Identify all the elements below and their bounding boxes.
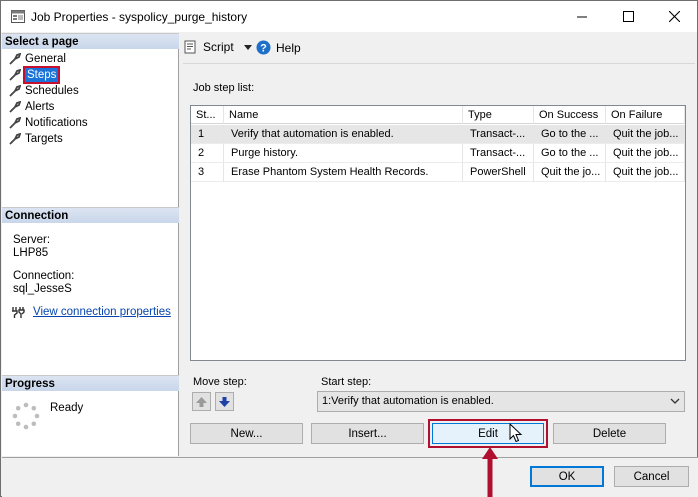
nav-label: Schedules	[25, 85, 79, 97]
minimize-button[interactable]	[559, 1, 605, 32]
progress-status: Ready	[50, 402, 84, 414]
column-header-type[interactable]: Type	[463, 106, 534, 124]
minimize-icon	[576, 16, 587, 18]
connection-header: Connection	[2, 207, 179, 223]
maximize-icon	[622, 11, 634, 22]
script-icon	[184, 40, 196, 54]
grid-header: St... Name Type On Success On Failure	[191, 106, 685, 124]
svg-text:?: ?	[260, 43, 267, 55]
title-bar: Job Properties - syspolicy_purge_history	[1, 1, 697, 32]
cell-on-success: Quit the jo...	[534, 163, 606, 182]
nav-label: Targets	[25, 133, 63, 145]
view-connection-link[interactable]: View connection properties	[33, 306, 171, 318]
move-down-button[interactable]	[215, 392, 234, 411]
nav-label: General	[25, 53, 66, 65]
move-up-button[interactable]	[192, 392, 211, 411]
nav-label: Alerts	[25, 101, 55, 113]
start-step-select[interactable]: 1:Verify that automation is enabled.	[317, 391, 685, 412]
dropdown-arrow-icon	[243, 44, 252, 50]
connection-value: sql_JesseS	[13, 283, 72, 295]
connection-label: Connection:	[13, 270, 75, 282]
cell-on-failure: Quit the job...	[606, 163, 685, 182]
nav-label: Notifications	[25, 117, 88, 129]
toolbar-separator	[183, 63, 695, 64]
cell-type: Transact-...	[463, 144, 534, 163]
wrench-icon	[9, 117, 21, 129]
column-header-on-success[interactable]: On Success	[534, 106, 606, 124]
server-label: Server:	[13, 234, 51, 246]
script-button[interactable]: Script	[183, 40, 252, 54]
cell-on-success: Go to the ...	[534, 125, 606, 144]
app-icon	[11, 10, 25, 23]
nav-item-general[interactable]: General	[2, 51, 179, 67]
nav-item-steps[interactable]: Steps	[2, 66, 179, 84]
wrench-icon	[9, 133, 21, 145]
chevron-down-icon	[670, 398, 680, 404]
nav-item-targets[interactable]: Targets	[2, 131, 179, 147]
close-button[interactable]	[651, 1, 697, 32]
cell-step: 1	[191, 125, 224, 144]
cancel-button[interactable]: Cancel	[614, 466, 689, 487]
column-header-step[interactable]: St...	[191, 106, 224, 124]
move-step-label: Move step:	[193, 376, 247, 388]
view-connection-row: View connection properties	[11, 305, 171, 319]
edit-step-button[interactable]: Edit	[428, 419, 548, 448]
cell-on-failure: Quit the job...	[606, 125, 685, 144]
insert-step-button[interactable]: Insert...	[311, 423, 424, 444]
cell-name: Purge history.	[224, 144, 463, 163]
cell-on-success: Go to the ...	[534, 144, 606, 163]
cell-on-failure: Quit the job...	[606, 144, 685, 163]
help-icon: ?	[256, 40, 271, 55]
script-label: Script	[203, 40, 234, 54]
window-title: Job Properties - syspolicy_purge_history	[31, 10, 248, 24]
wrench-icon	[9, 69, 21, 81]
start-step-label: Start step:	[321, 376, 372, 388]
job-properties-window: Job Properties - syspolicy_purge_history…	[0, 0, 698, 497]
cell-name: Erase Phantom System Health Records.	[224, 163, 463, 182]
job-step-grid[interactable]: St... Name Type On Success On Failure 1 …	[190, 105, 686, 361]
help-label: Help	[276, 40, 301, 55]
cell-step: 2	[191, 144, 224, 163]
wrench-icon	[9, 53, 21, 65]
start-step-value: 1:Verify that automation is enabled.	[322, 395, 494, 407]
nav-label: Steps	[22, 66, 61, 84]
column-header-name[interactable]: Name	[224, 106, 463, 124]
plug-icon	[12, 307, 25, 318]
table-row[interactable]: 2 Purge history. Transact-... Go to the …	[191, 144, 685, 163]
maximize-button[interactable]	[605, 1, 651, 32]
left-panel: Select a page General Steps Schedules Al…	[2, 33, 179, 456]
ok-button[interactable]: OK	[530, 466, 604, 487]
progress-header: Progress	[2, 375, 179, 391]
cell-type: Transact-...	[463, 125, 534, 144]
table-row[interactable]: 1 Verify that automation is enabled. Tra…	[191, 125, 685, 144]
nav-item-alerts[interactable]: Alerts	[2, 99, 179, 115]
nav-item-notifications[interactable]: Notifications	[2, 115, 179, 131]
mouse-cursor-icon	[509, 423, 523, 443]
server-value: LHP85	[13, 247, 49, 259]
cell-name: Verify that automation is enabled.	[224, 125, 463, 144]
column-header-on-failure[interactable]: On Failure	[606, 106, 685, 124]
table-row[interactable]: 3 Erase Phantom System Health Records. P…	[191, 163, 685, 182]
wrench-icon	[9, 85, 21, 97]
cell-step: 3	[191, 163, 224, 182]
arrow-down-icon	[219, 396, 230, 407]
help-button[interactable]: ? Help	[256, 40, 301, 55]
select-page-header: Select a page	[2, 33, 179, 49]
close-icon	[668, 11, 680, 22]
wrench-icon	[9, 101, 21, 113]
delete-step-button[interactable]: Delete	[553, 423, 666, 444]
progress-spinner-icon	[12, 402, 40, 430]
annotation-arrow-icon	[482, 447, 498, 497]
arrow-up-icon	[196, 396, 207, 407]
job-step-list-label: Job step list:	[193, 82, 255, 94]
new-step-button[interactable]: New...	[190, 423, 303, 444]
cell-type: PowerShell	[463, 163, 534, 182]
toolbar: Script ? Help	[183, 37, 693, 59]
nav-item-schedules[interactable]: Schedules	[2, 83, 179, 99]
page-nav-list: General Steps Schedules Alerts Notificat…	[2, 51, 179, 147]
